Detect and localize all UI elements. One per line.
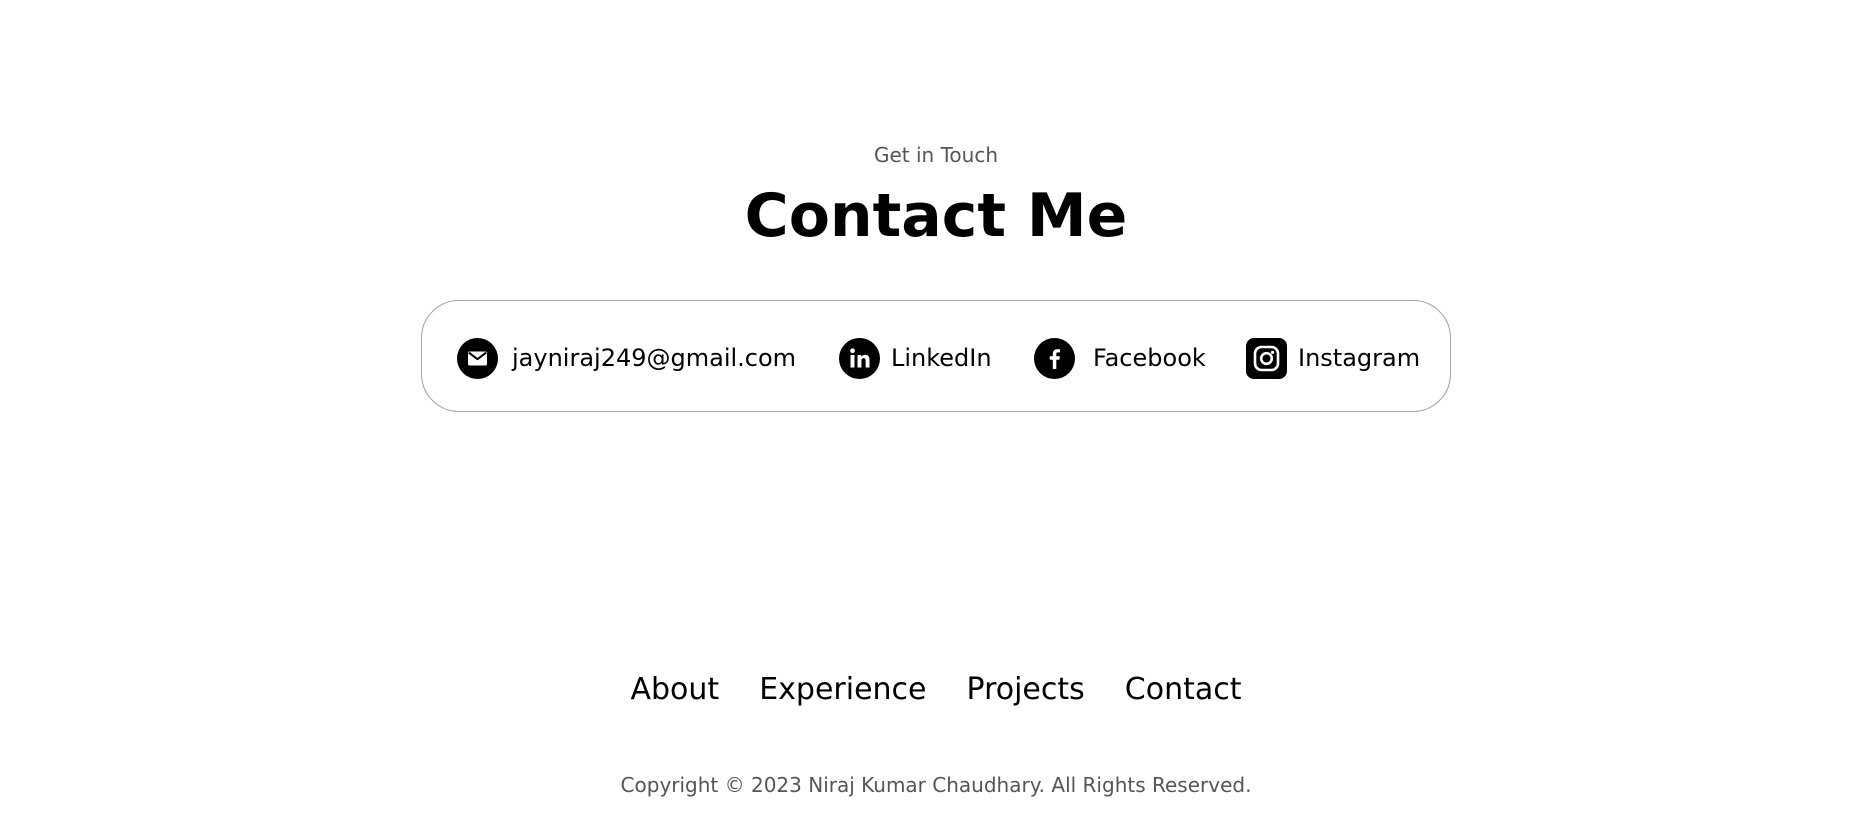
nav-link-experience[interactable]: Experience: [759, 668, 926, 712]
instagram-label: Instagram: [1298, 344, 1421, 372]
linkedin-link[interactable]: LinkedIn: [839, 337, 992, 379]
linkedin-icon: [839, 337, 880, 379]
email-label: jayniraj249@gmail.com: [512, 344, 797, 372]
nav-link-projects[interactable]: Projects: [967, 668, 1085, 712]
contact-page: Get in Touch Contact Me jayniraj249@gmai…: [0, 0, 1872, 830]
instagram-icon: [1246, 337, 1287, 379]
nav-link-about[interactable]: About: [630, 668, 719, 712]
linkedin-label: LinkedIn: [891, 344, 992, 372]
facebook-label: Facebook: [1093, 344, 1206, 372]
facebook-link[interactable]: Facebook: [1034, 337, 1206, 379]
email-icon: [457, 337, 498, 379]
section-title: Contact Me: [744, 181, 1128, 251]
email-link[interactable]: jayniraj249@gmail.com: [457, 337, 796, 379]
instagram-link[interactable]: Instagram: [1246, 337, 1420, 379]
copyright-text: Copyright © 2023 Niraj Kumar Chaudhary. …: [620, 773, 1252, 797]
facebook-icon: [1034, 337, 1075, 379]
nav-link-contact[interactable]: Contact: [1125, 668, 1242, 712]
footer-nav: About Experience Projects Contact: [0, 668, 1872, 712]
section-subtitle: Get in Touch: [874, 143, 998, 167]
contact-info-container: jayniraj249@gmail.com LinkedIn Facebook …: [421, 300, 1451, 412]
